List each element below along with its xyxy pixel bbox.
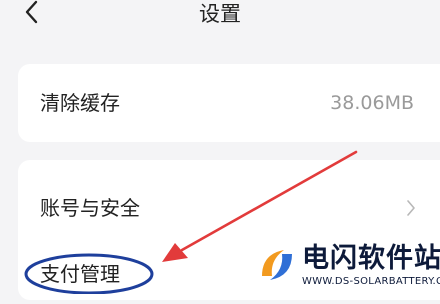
payment-management-label: 支付管理 <box>40 262 120 286</box>
account-security-label: 账号与安全 <box>40 196 140 220</box>
clear-cache-label: 清除缓存 <box>40 91 120 115</box>
clear-cache-row[interactable]: 清除缓存 38.06MB <box>18 73 440 133</box>
watermark-url: WWW.DS-SOLARBATTERY.COM <box>302 276 440 287</box>
cache-size-value: 38.06MB <box>330 92 414 114</box>
account-security-row[interactable]: 账号与安全 <box>18 178 440 238</box>
site-logo-icon <box>262 250 292 280</box>
top-bar: 设置 <box>0 0 440 34</box>
page-title: 设置 <box>199 2 241 26</box>
chevron-right-icon <box>407 200 415 216</box>
watermark: 电闪软件站 WWW.DS-SOLARBATTERY.COM <box>254 238 440 294</box>
watermark-name: 电闪软件站 <box>302 243 440 274</box>
cache-card: 清除缓存 38.06MB <box>18 64 440 142</box>
